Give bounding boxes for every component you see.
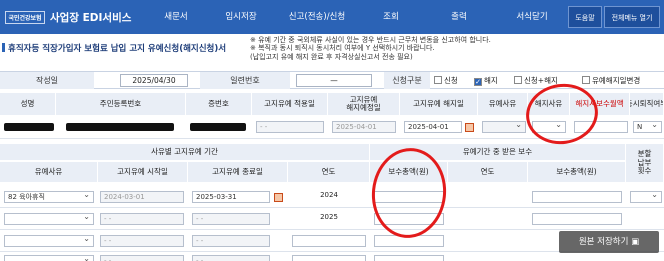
menu-temp-save[interactable]: 임시저장 <box>210 0 272 34</box>
type-apply-release-label: 신청+해지 <box>524 76 558 85</box>
col-defer-reason: 유예사유 <box>478 93 528 115</box>
redacted-name <box>4 123 54 131</box>
checkbox-icon <box>434 76 442 84</box>
year-input[interactable] <box>292 235 366 247</box>
page-title: 휴직자등 직장가입자 보험료 납입 고지 유예신청(해지신청)서 <box>2 42 226 54</box>
grid2-row: 82 육아휴직 2024-03-01 2025-03-31 2024 <box>0 186 664 208</box>
pay-total-input[interactable] <box>374 255 444 261</box>
defer-reason-select[interactable] <box>4 235 94 247</box>
release-date-input[interactable]: 2025-04-01 <box>404 121 462 133</box>
type-apply-release-checkbox[interactable]: 신청+해지 <box>514 75 558 86</box>
defer-reason-select[interactable] <box>482 121 526 133</box>
defer-reason-select[interactable] <box>4 213 94 225</box>
year-value: 2025 <box>320 213 338 221</box>
page-title-text: 휴직자등 직장가입자 보험료 납입 고지 유예신청(해지신청)서 <box>8 44 227 54</box>
notice-text: ※ 유예 기간 중 국외체류 사실이 있는 경우 반드시 근무처 변동을 신고하… <box>250 36 664 61</box>
type-apply-checkbox[interactable]: 신청 <box>434 75 458 86</box>
col2-pay-total-2: 보수총액(원) <box>528 162 626 182</box>
title-bar-icon <box>2 43 5 52</box>
pay-total-2-input[interactable] <box>532 213 622 225</box>
col-name: 성명 <box>0 93 56 115</box>
type-release-checkbox[interactable]: ✓ 해지 <box>474 75 498 86</box>
grid2-row: - - - - <box>0 252 664 261</box>
request-type-label: 신청구분 <box>384 72 430 89</box>
menu-new-document[interactable]: 새문서 <box>142 0 210 34</box>
col-resident-number: 주민등록번호 <box>56 93 186 115</box>
col2-start-date: 고지유예 시작일 <box>98 162 188 182</box>
start-date-input[interactable]: - - <box>100 213 184 225</box>
nhis-logo: 국민건강보험 <box>0 0 50 34</box>
app-title: 사업장 EDI서비스 <box>50 11 132 24</box>
expand-icon: ▣ <box>631 237 640 247</box>
redacted-resident-number <box>66 123 174 131</box>
col-apply-date: 고지유예 적용일 <box>252 93 328 115</box>
help-button[interactable]: 도움말 <box>568 6 602 28</box>
col2-defer-reason: 유예사유 <box>0 162 98 182</box>
col-installments: 분할 납부 횟수 <box>626 144 664 182</box>
save-original-toggle[interactable]: 원본 저장하기 ▣ <box>559 231 659 253</box>
serial-number-label: 일련번호 <box>200 72 290 89</box>
checkbox-checked-icon: ✓ <box>474 78 482 86</box>
year-input[interactable] <box>292 255 366 261</box>
end-date-input[interactable]: 2025-03-31 <box>192 191 270 203</box>
defer-reason-select[interactable] <box>4 255 94 261</box>
checkbox-icon <box>582 76 590 84</box>
col2-year: 연도 <box>288 162 370 182</box>
col-release-date: 고지유예 해지일 <box>400 93 478 115</box>
group-defer-period: 사유별 고지유예 기간 <box>0 144 370 160</box>
save-original-label: 원본 저장하기 <box>578 237 629 247</box>
redacted-card-number <box>190 123 246 131</box>
apply-date-input[interactable]: - - <box>256 121 324 133</box>
logo-text: 국민건강보험 <box>5 10 45 24</box>
end-date-input[interactable]: - - <box>192 255 270 261</box>
start-date-input[interactable]: 2024-03-01 <box>100 191 184 203</box>
serial-dash: — <box>330 76 338 85</box>
start-date-input[interactable]: - - <box>100 235 184 247</box>
end-date-input[interactable]: - - <box>192 213 270 225</box>
col-card-number: 증번호 <box>186 93 252 115</box>
type-change-date-label: 유예해지일변경 <box>592 76 641 85</box>
checkbox-icon <box>514 76 522 84</box>
menu-print[interactable]: 출력 <box>420 0 498 34</box>
menu-report-send[interactable]: 신고(전송)/신청 <box>272 0 362 34</box>
top-nav-bar: 국민건강보험 사업장 EDI서비스 새문서 임시저장 신고(전송)/신청 조회 … <box>0 0 664 34</box>
year-value: 2024 <box>320 191 338 199</box>
col2-end-date: 고지유예 종료일 <box>188 162 288 182</box>
pay-total-2-input[interactable] <box>532 191 622 203</box>
col-simultaneous-quit: 동시퇴직여부 <box>630 93 664 115</box>
calendar-icon[interactable] <box>274 193 283 202</box>
installments-select[interactable] <box>630 191 662 203</box>
start-date-input[interactable]: - - <box>100 255 184 261</box>
menu-close-form[interactable]: 서식닫기 <box>498 0 566 34</box>
end-date-input[interactable]: - - <box>192 235 270 247</box>
menu-inquiry[interactable]: 조회 <box>362 0 420 34</box>
calendar-icon[interactable] <box>465 123 474 132</box>
full-menu-button[interactable]: 전체메뉴 열기 <box>604 6 660 28</box>
col-planned-release-date: 고지유예 해지예정일 <box>328 93 400 115</box>
planned-release-date-input[interactable]: 2025-04-01 <box>332 121 396 133</box>
date-input[interactable]: 2025/04/30 <box>120 74 188 87</box>
type-release-label: 해지 <box>484 76 498 85</box>
notice-line: ※ 복직과 동시 퇴직시 동시처리 여부에 Y 선택하시기 바랍니다. <box>250 44 435 53</box>
notice-line: (납입고지 유예 해지 완료 후 자격상실신고서 전송 필요) <box>250 52 413 61</box>
serial-number-input[interactable]: — <box>296 74 372 87</box>
type-change-date-checkbox[interactable]: 유예해지일변경 <box>582 75 640 86</box>
type-apply-label: 신청 <box>444 76 458 85</box>
date-label: 작성일 <box>0 72 94 89</box>
simultaneous-quit-select[interactable]: N <box>633 121 662 133</box>
col2-year-2: 연도 <box>448 162 528 182</box>
main-menu: 새문서 임시저장 신고(전송)/신청 조회 출력 서식닫기 <box>142 0 566 34</box>
defer-reason-select[interactable]: 82 육아휴직 <box>4 191 94 203</box>
grid2-row: - - - - 2025 <box>0 208 664 230</box>
